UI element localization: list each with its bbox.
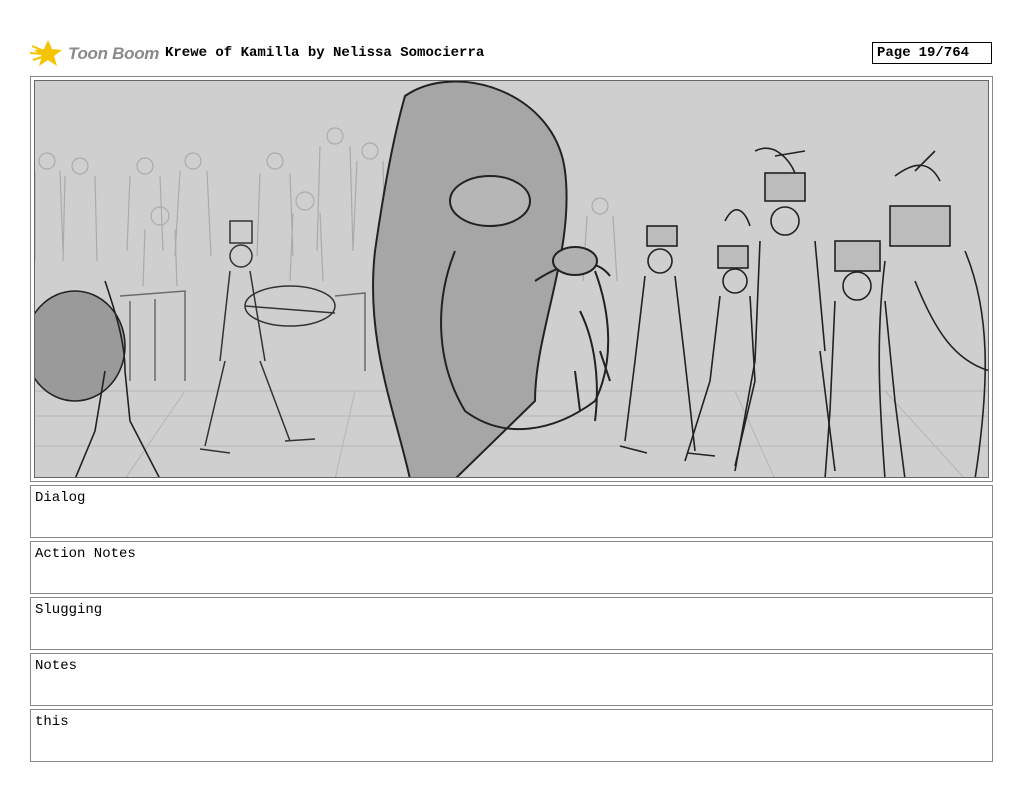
logo-text: Toon Boom: [68, 44, 160, 63]
dialog-field[interactable]: Dialog: [30, 485, 993, 538]
slugging-label: Slugging: [35, 602, 103, 618]
extra-notes-field[interactable]: this: [30, 709, 993, 762]
page-number: 19/764: [918, 45, 970, 61]
notes-field[interactable]: Notes: [30, 653, 993, 706]
dialog-label: Dialog: [35, 490, 86, 506]
page-indicator: Page 19/764: [872, 42, 992, 64]
notes-label: Notes: [35, 658, 78, 674]
slugging-field[interactable]: Slugging: [30, 597, 993, 650]
action-notes-label: Action Notes: [35, 546, 136, 562]
document-title: Krewe of Kamilla by Nelissa Somocierra: [165, 45, 485, 61]
page-label: Page: [877, 45, 911, 61]
sketch-drawing: [35, 81, 988, 477]
action-notes-field[interactable]: Action Notes: [30, 541, 993, 594]
storyboard-panel-image: [34, 80, 989, 478]
star-icon: [30, 40, 62, 66]
extra-notes-label: this: [35, 714, 69, 730]
